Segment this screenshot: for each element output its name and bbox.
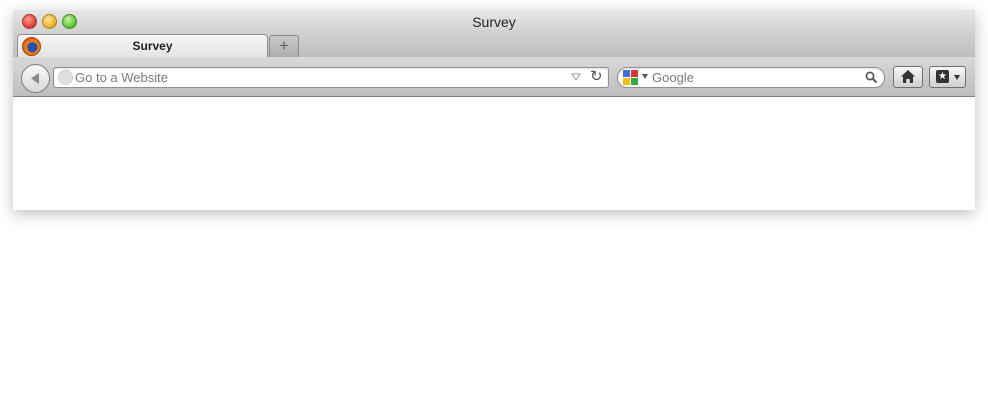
url-bar[interactable]: ↻: [53, 67, 609, 88]
home-button[interactable]: [893, 66, 923, 88]
window-title: Survey: [472, 14, 516, 30]
back-button[interactable]: [21, 64, 50, 93]
back-arrow-icon: [31, 73, 39, 84]
site-identity-icon: [58, 70, 73, 85]
search-icon[interactable]: [865, 71, 878, 84]
search-engine-dropdown-icon[interactable]: [642, 74, 648, 79]
home-icon: [901, 70, 915, 83]
history-dropdown-icon[interactable]: [571, 72, 581, 82]
page-content: [13, 97, 975, 210]
google-icon: [623, 70, 638, 85]
search-input[interactable]: [652, 68, 857, 87]
tab-label: Survey: [132, 39, 173, 53]
bookmark-star-icon: ★: [936, 70, 949, 83]
browser-window: Survey Survey + ↻: [13, 10, 975, 210]
search-bar[interactable]: [617, 67, 885, 88]
reload-icon[interactable]: ↻: [590, 67, 603, 85]
firefox-icon: [22, 37, 41, 56]
navigation-toolbar: ↻ ★: [13, 57, 975, 97]
bookmarks-button[interactable]: ★: [929, 66, 966, 88]
tab-survey[interactable]: Survey: [17, 34, 268, 59]
url-input[interactable]: [75, 68, 555, 87]
chevron-down-icon: [954, 75, 960, 80]
new-tab-button[interactable]: +: [269, 35, 299, 57]
